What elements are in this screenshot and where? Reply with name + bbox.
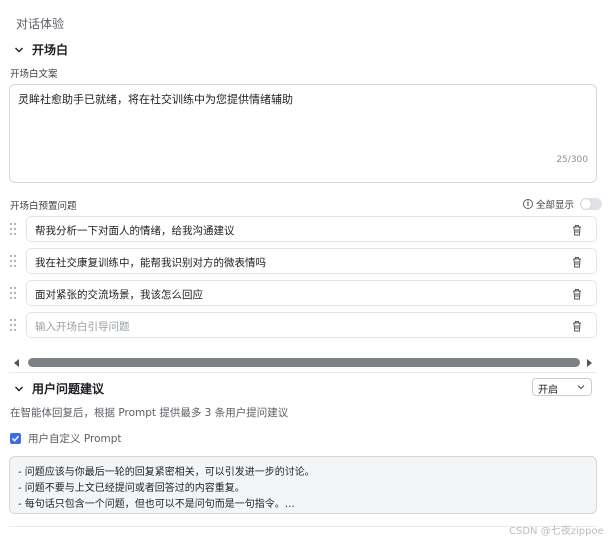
question-row: 面对紧张的交流场景，我该怎么回应 <box>10 280 597 306</box>
opening-text-label: 开场白文案 <box>10 69 58 80</box>
chevron-down-icon <box>15 47 23 52</box>
drag-handle-icon[interactable] <box>10 223 18 235</box>
custom-prompt-label: 用户自定义 Prompt <box>28 433 122 445</box>
prompt-line: - 问题不要与上文已经提问或者回答过的内容重复。 <box>18 483 245 494</box>
suggestions-group-title: 用户问题建议 <box>32 382 105 396</box>
question-text: 面对紧张的交流场景，我该怎么回应 <box>35 289 203 301</box>
show-all-label: 全部显示 <box>536 200 575 211</box>
horizontal-scrollbar[interactable] <box>14 357 592 369</box>
question-row: 我在社交康复训练中，能帮我识别对方的微表情吗 <box>10 248 597 274</box>
drag-handle-icon[interactable] <box>10 255 18 267</box>
question-row: 帮我分析一下对面人的情绪，给我沟通建议 <box>10 216 597 242</box>
suggestions-group-toggle[interactable]: 用户问题建议 <box>14 380 104 397</box>
trash-icon[interactable] <box>572 288 582 300</box>
check-icon <box>11 435 20 442</box>
question-text: 我在社交康复训练中，能帮我识别对方的微表情吗 <box>35 257 266 269</box>
opening-text-input[interactable]: 灵眸社愈助手已就绪，将在社交训练中为您提供情绪辅助 25/300 <box>9 84 597 183</box>
show-all-toggle[interactable] <box>580 198 603 210</box>
trash-icon[interactable] <box>572 320 582 332</box>
question-input[interactable]: 帮我分析一下对面人的情绪，给我沟通建议 <box>26 216 597 242</box>
suggestions-mode-select[interactable]: 开启 <box>532 378 592 396</box>
custom-prompt-row: 用户自定义 Prompt <box>10 431 122 446</box>
opening-group-toggle[interactable]: 开场白 <box>14 41 68 58</box>
question-text: 帮我分析一下对面人的情绪，给我沟通建议 <box>35 225 235 237</box>
info-icon[interactable]: i <box>523 199 533 209</box>
drag-handle-icon[interactable] <box>10 287 18 299</box>
chevron-down-icon <box>15 386 23 391</box>
scrollbar-thumb[interactable] <box>28 358 580 367</box>
question-input[interactable]: 我在社交康复训练中，能帮我识别对方的微表情吗 <box>26 248 597 274</box>
show-all-control: i 全部显示 <box>523 197 603 211</box>
new-question-row: 输入开场白引导问题 <box>10 312 597 338</box>
preset-questions-label: 开场白预置问题 <box>10 201 77 212</box>
new-question-placeholder: 输入开场白引导问题 <box>35 321 130 333</box>
prompt-line: - 每句话只包含一个问题，但也可以不是问句而是一句指令。… <box>18 499 295 510</box>
prompt-line: - 问题应该与你最后一轮的回复紧密相关，可以引发进一步的讨论。 <box>18 467 315 478</box>
trash-icon[interactable] <box>572 224 582 236</box>
drag-handle-icon[interactable] <box>10 319 18 331</box>
char-counter: 25/300 <box>556 155 588 165</box>
trash-icon[interactable] <box>572 256 582 268</box>
scroll-left-arrow-icon[interactable] <box>14 359 19 367</box>
scroll-right-arrow-icon[interactable] <box>587 359 592 367</box>
opening-text-value: 灵眸社愈助手已就绪，将在社交训练中为您提供情绪辅助 <box>18 93 293 106</box>
suggestions-description: 在智能体回复后，根据 Prompt 提供最多 3 条用户提问建议 <box>10 407 289 419</box>
custom-prompt-input[interactable]: - 问题应该与你最后一轮的回复紧密相关，可以引发进一步的讨论。 - 问题不要与上… <box>9 456 597 514</box>
new-question-input[interactable]: 输入开场白引导问题 <box>26 312 597 338</box>
question-input[interactable]: 面对紧张的交流场景，我该怎么回应 <box>26 280 597 306</box>
section-title: 对话体验 <box>16 17 65 31</box>
custom-prompt-checkbox[interactable] <box>10 433 21 444</box>
select-value: 开启 <box>538 385 558 396</box>
opening-group-title: 开场白 <box>32 43 69 57</box>
divider <box>9 372 597 373</box>
chevron-down-icon <box>577 385 585 390</box>
watermark: CSDN @七夜zippoe <box>509 526 604 537</box>
